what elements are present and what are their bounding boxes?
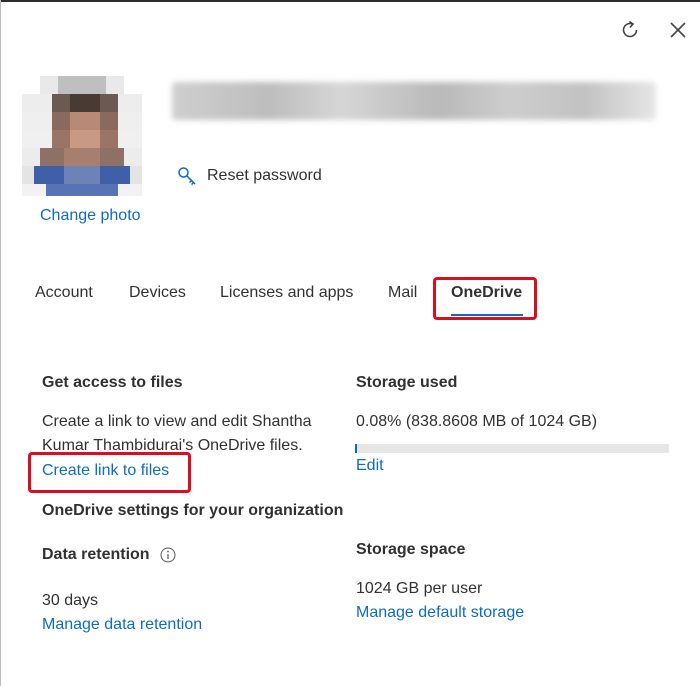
refresh-icon <box>622 20 638 38</box>
highlight-box-onedrive-tab <box>433 277 537 320</box>
reset-password-label: Reset password <box>207 167 322 184</box>
close-icon <box>670 22 686 38</box>
storage-space-heading: Storage space <box>356 541 466 558</box>
storage-space-value: 1024 GB per user <box>356 580 483 597</box>
tab-licenses-and-apps[interactable]: Licenses and apps <box>220 284 353 302</box>
storage-usage-text: 0.08% (838.8608 MB of 1024 GB) <box>356 413 598 430</box>
info-icon[interactable] <box>160 547 176 563</box>
data-retention-heading: Data retention <box>42 546 176 564</box>
refresh-button[interactable] <box>617 17 643 43</box>
highlight-box-create-link <box>28 452 191 493</box>
user-name-redacted <box>172 82 656 120</box>
key-icon <box>178 167 196 186</box>
edit-storage-link[interactable]: Edit <box>356 457 384 475</box>
manage-data-retention-link[interactable]: Manage data retention <box>42 616 202 634</box>
manage-default-storage-link[interactable]: Manage default storage <box>356 604 524 622</box>
close-button[interactable] <box>665 17 691 43</box>
avatar[interactable] <box>22 76 142 196</box>
get-access-description: Create a link to view and edit Shantha K… <box>42 413 312 454</box>
tab-devices[interactable]: Devices <box>129 284 186 302</box>
tab-account[interactable]: Account <box>35 284 93 302</box>
data-retention-label: Data retention <box>42 546 150 563</box>
get-access-heading: Get access to files <box>42 374 183 391</box>
data-retention-value: 30 days <box>42 592 99 609</box>
window-top-border <box>0 0 700 2</box>
storage-progress-fill <box>355 444 357 453</box>
reset-password-button[interactable]: Reset password <box>177 166 322 186</box>
storage-used-heading: Storage used <box>356 374 458 391</box>
change-photo-link[interactable]: Change photo <box>40 207 141 225</box>
tab-mail[interactable]: Mail <box>388 284 417 302</box>
storage-progress-bar <box>355 444 669 453</box>
onedrive-settings-heading: OneDrive settings for your organization <box>42 502 344 519</box>
window-left-border <box>0 0 1 686</box>
